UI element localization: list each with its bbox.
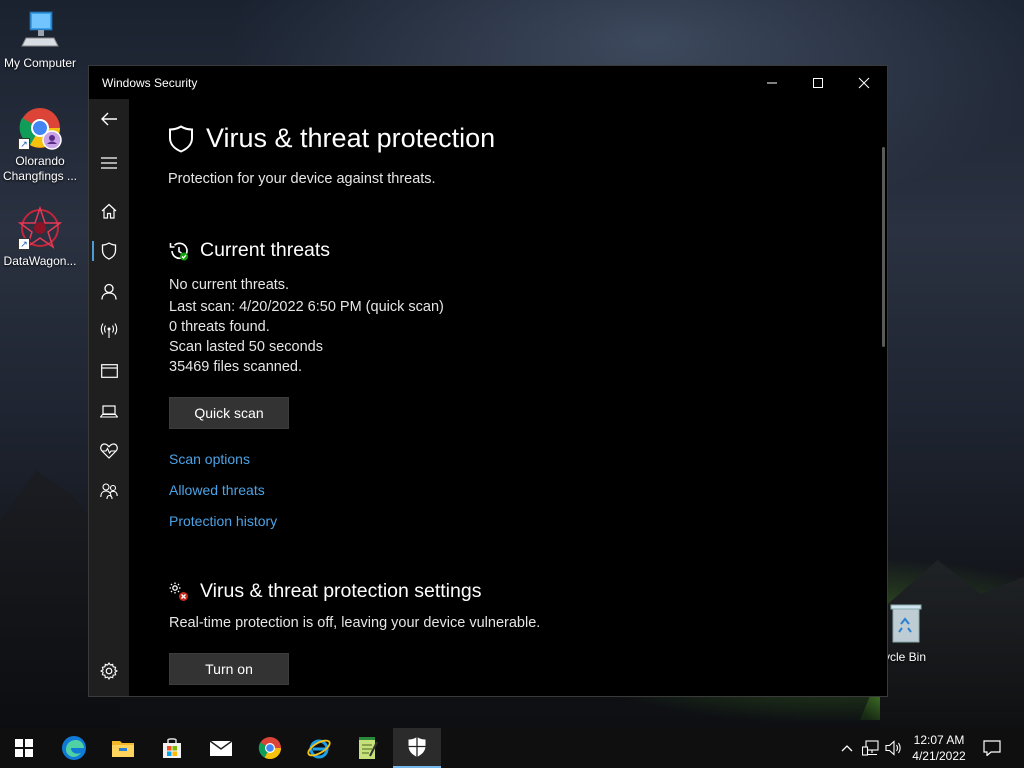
antenna-icon [100,323,118,338]
shield-icon [101,242,117,260]
threat-status: No current threats. [169,277,290,293]
back-button[interactable] [89,103,129,135]
desktop-icon-datawagon[interactable]: ↗ DataWagon... [0,205,80,269]
sidebar [89,99,129,696]
sidebar-item-firewall[interactable] [89,315,129,347]
computer-icon [18,8,62,52]
protection-settings-title: Virus & threat protection settings [200,580,482,602]
windows-security-window: Windows Security Virus & threat protecti… [88,65,888,697]
current-threats-title: Current threats [200,239,331,261]
desktop-icon-label: My Computer [3,56,77,70]
sidebar-item-settings[interactable] [89,655,129,687]
chrome-profile-icon: ↗ [18,106,62,150]
back-arrow-icon [101,112,117,126]
minimize-icon [767,82,777,83]
sidebar-item-device-performance[interactable] [89,435,129,467]
volume-icon [885,740,901,756]
start-icon [15,739,33,757]
files-scanned: 35469 files scanned. [169,359,303,375]
network-icon [862,740,879,756]
person-icon [101,283,117,300]
taskbar-windows-security[interactable] [393,728,441,768]
scan-history-icon [168,240,190,262]
taskbar-edge[interactable] [50,728,98,768]
realtime-protection-warning: Real-time protection is off, leaving you… [169,615,541,631]
gear-icon [100,662,118,680]
clock-time: 12:07 AM [913,733,965,747]
hamburger-icon [101,157,117,169]
last-scan: Last scan: 4/20/2022 6:50 PM (quick scan… [169,299,444,315]
browser-window-icon [100,364,118,378]
maximize-button[interactable] [795,66,841,99]
turn-on-button[interactable]: Turn on [169,653,289,685]
chevron-up-icon [841,745,853,752]
maximize-icon [813,77,823,88]
taskbar-internet-explorer[interactable] [295,728,343,768]
shortcut-arrow-icon: ↗ [18,138,30,150]
recycle-bin-icon [887,602,923,646]
sidebar-item-family[interactable] [89,475,129,507]
notepad-icon [359,737,378,759]
shield-icon [169,124,193,153]
desktop-icon-label: Olorando Changfings ... [2,154,78,183]
sidebar-item-app-browser[interactable] [89,355,129,387]
desktop-icon-chrome-profile[interactable]: ↗ Olorando Changfings ... [0,106,80,184]
start-button[interactable] [0,728,48,768]
desktop-icon-my-computer[interactable]: My Computer [0,8,80,71]
scan-duration: Scan lasted 50 seconds [169,339,323,355]
close-icon [858,77,870,88]
close-button[interactable] [841,66,887,99]
taskbar-notepad[interactable] [344,728,392,768]
protection-settings-heading: Virus & threat protection settings [168,580,481,603]
windows-security-icon [408,737,426,757]
clock-date: 4/21/2022 [912,749,966,763]
heart-pulse-icon [100,443,118,459]
sidebar-item-account[interactable] [89,275,129,307]
edge-icon [62,736,86,760]
taskbar-file-explorer[interactable] [99,728,147,768]
protection-history-link[interactable]: Protection history [169,513,277,529]
page-title-text: Virus & threat protection [206,123,496,153]
window-title: Windows Security [102,75,198,90]
home-icon [101,203,117,219]
desktop-icon-label: DataWagon... [3,254,77,268]
allowed-threats-link[interactable]: Allowed threats [169,482,265,498]
page-title: Virus & threat protection [168,123,495,154]
settings-warning-icon [168,581,190,603]
sidebar-item-home[interactable] [89,195,129,227]
quick-scan-button[interactable]: Quick scan [169,397,289,429]
datawagon-icon: ↗ [17,205,63,250]
file-explorer-icon [112,741,134,757]
taskbar-clock[interactable]: 12:07 AM 4/21/2022 [905,732,973,764]
store-icon [163,738,181,758]
taskbar-mail[interactable] [197,728,245,768]
tray-network-button[interactable] [860,728,882,768]
tray-overflow-button[interactable] [838,728,856,768]
tray-volume-button[interactable] [883,728,905,768]
scrollbar[interactable] [882,147,885,347]
taskbar-store[interactable] [148,728,196,768]
chrome-icon [258,737,281,759]
taskbar: 12:07 AM 4/21/2022 [0,728,1024,768]
page-subtitle: Protection for your device against threa… [168,171,436,187]
family-icon [100,482,118,499]
sidebar-item-virus-protection[interactable] [89,235,129,267]
threats-found: 0 threats found. [169,319,270,335]
action-center-button[interactable] [978,728,1006,768]
main-content: Virus & threat protection Protection for… [129,99,887,696]
minimize-button[interactable] [749,66,795,99]
sidebar-item-device-security[interactable] [89,395,129,427]
title-bar[interactable]: Windows Security [89,66,887,99]
laptop-icon [100,404,118,418]
taskbar-chrome[interactable] [246,728,294,768]
notification-icon [983,740,1001,756]
ie-icon [307,739,331,759]
menu-button[interactable] [89,147,129,179]
shortcut-arrow-icon: ↗ [18,238,30,250]
mail-icon [209,740,233,756]
current-threats-heading: Current threats [168,239,330,262]
scan-options-link[interactable]: Scan options [169,451,250,467]
